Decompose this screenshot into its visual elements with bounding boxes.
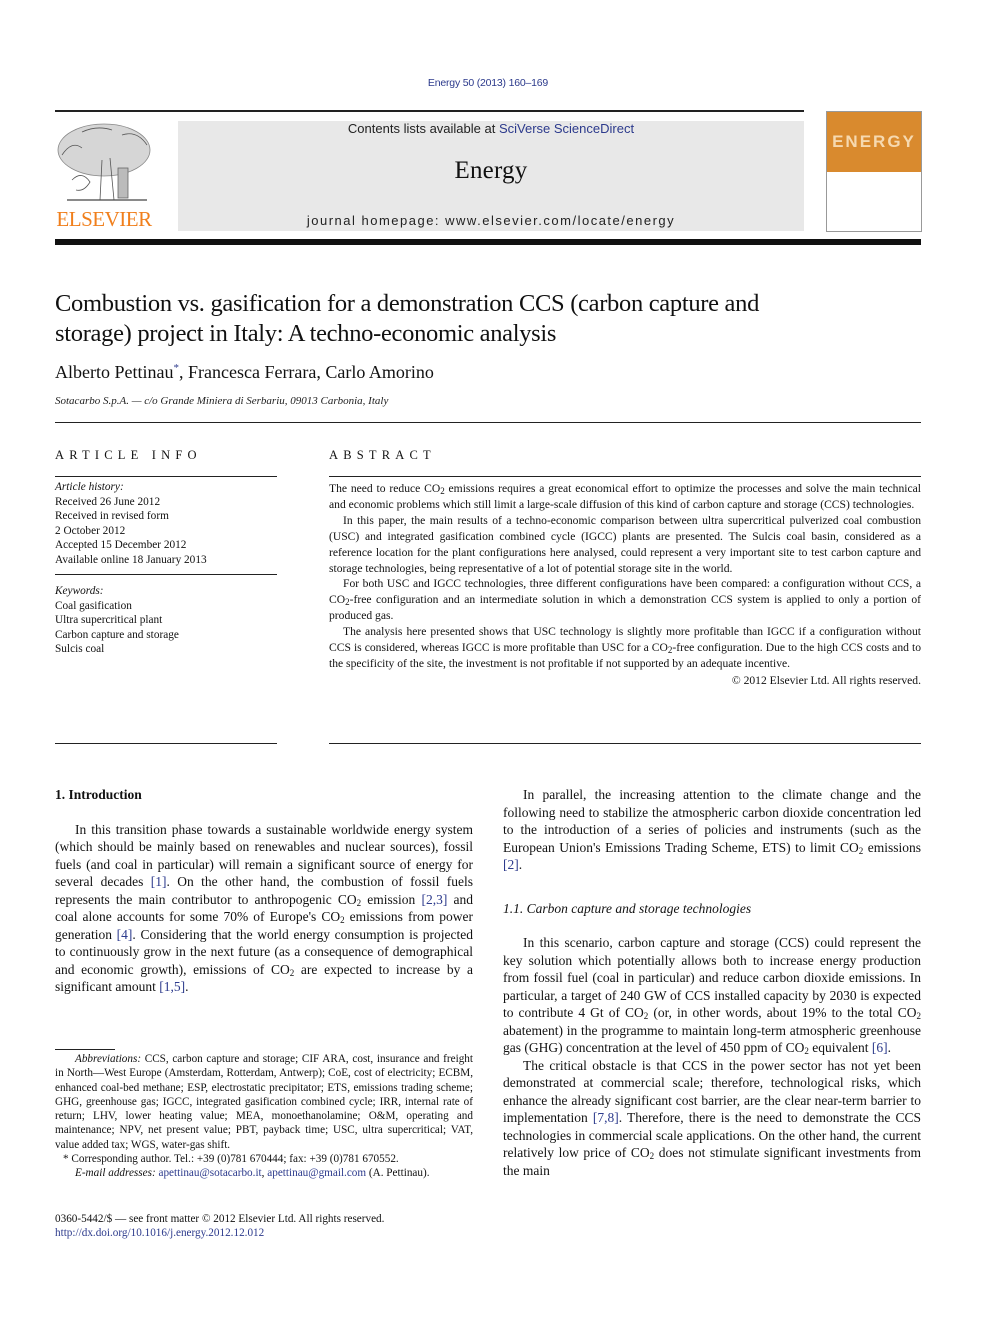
history-item: Received 26 June 2012	[55, 495, 161, 508]
journal-cover-thumbnail[interactable]: ENERGY	[826, 111, 922, 232]
footnotes: Abbreviations: CCS, carbon capture and s…	[55, 1052, 473, 1181]
article-info-heading: ARTICLE INFO	[55, 448, 202, 462]
subsection-heading: 1.1. Carbon capture and storage technolo…	[503, 900, 752, 916]
abstract-rule	[329, 476, 921, 477]
reference-link[interactable]: [1]	[151, 874, 167, 889]
body-paragraph: In this transition phase towards a susta…	[55, 821, 474, 995]
journal-citation-link[interactable]: Energy 50 (2013) 160–169	[0, 77, 976, 89]
keyword-item: Coal gasification	[55, 599, 132, 612]
right-column: In parallel, the increasing attention to…	[503, 786, 921, 1179]
affiliation: Sotacarbo S.p.A. — c/o Grande Miniera di…	[55, 395, 389, 407]
abstract-heading: ABSTRACT	[329, 448, 436, 462]
affiliation-rule	[55, 422, 921, 423]
article-info-rule	[55, 476, 277, 477]
reference-link[interactable]: [6]	[872, 1040, 888, 1055]
article-history: Article history: Received 26 June 2012 R…	[55, 480, 277, 567]
reference-link[interactable]: [4]	[117, 927, 133, 942]
author-list: Alberto Pettinau*, Francesca Ferrara, Ca…	[55, 362, 434, 383]
abstract-paragraph: The analysis here presented shows that U…	[329, 625, 921, 670]
history-item: 2 October 2012	[55, 524, 126, 537]
reference-link[interactable]: [2]	[503, 857, 519, 872]
header-rule-thick	[55, 239, 921, 245]
reference-link[interactable]: [2,3]	[421, 892, 447, 907]
email-footnote: E-mail addresses: apettinau@sotacarbo.it…	[75, 1167, 430, 1180]
keyword-item: Ultra supercritical plant	[55, 614, 163, 626]
reference-link[interactable]: [1,5]	[159, 979, 185, 994]
author-names-rest: , Francesca Ferrara, Carlo Amorino	[178, 362, 434, 382]
abstract-copyright: © 2012 Elsevier Ltd. All rights reserved…	[731, 673, 921, 687]
journal-banner: Contents lists available at SciVerse Sci…	[178, 121, 804, 231]
contents-line: Contents lists available at SciVerse Sci…	[178, 121, 804, 136]
journal-homepage[interactable]: journal homepage: www.elsevier.com/locat…	[178, 213, 804, 228]
sciencedirect-link[interactable]: SciVerse ScienceDirect	[499, 121, 634, 136]
footnote-rule	[55, 1049, 115, 1050]
body-paragraph: In this scenario, carbon capture and sto…	[503, 935, 921, 1056]
abstract-body: The need to reduce CO2 emissions require…	[329, 481, 921, 689]
abstract-paragraph: In this paper, the main results of a tec…	[329, 513, 921, 575]
abstract-paragraph: The need to reduce CO2 emissions require…	[329, 482, 921, 511]
section-heading-introduction: 1. Introduction	[55, 787, 142, 802]
corresponding-author-footnote: * Corresponding author. Tel.: +39 (0)781…	[63, 1153, 399, 1166]
keywords-label: Keywords:	[55, 585, 104, 597]
keywords: Keywords: Coal gasification Ultra superc…	[55, 584, 277, 657]
journal-name: Energy	[454, 157, 528, 184]
header-rule-thin	[55, 110, 804, 112]
reference-link[interactable]: [7,8]	[593, 1110, 619, 1125]
history-item: Received in revised form	[55, 510, 169, 522]
elsevier-logo: ELSEVIER	[52, 120, 156, 232]
contents-prefix: Contents lists available at	[347, 121, 499, 136]
body-paragraph: In parallel, the increasing attention to…	[503, 787, 921, 872]
elsevier-wordmark: ELSEVIER	[56, 207, 152, 231]
front-matter: 0360-5442/$ — see front matter © 2012 El…	[55, 1212, 384, 1241]
cover-title: ENERGY	[832, 132, 916, 151]
left-column: 1. Introduction In this transition phase…	[55, 786, 473, 996]
email-link[interactable]: apettinau@sotacarbo.it	[158, 1167, 261, 1179]
abstract-bottom-rule	[329, 743, 921, 744]
history-label: Article history:	[55, 481, 124, 493]
keyword-item: Carbon capture and storage	[55, 628, 179, 641]
abbreviations-footnote: Abbreviations: CCS, carbon capture and s…	[55, 1053, 473, 1151]
doi-link[interactable]: http://dx.doi.org/10.1016/j.energy.2012.…	[55, 1227, 264, 1239]
keyword-item: Sulcis coal	[55, 643, 105, 655]
author-name: Alberto Pettinau	[55, 362, 174, 382]
keywords-rule	[55, 574, 277, 575]
article-title: Combustion vs. gasification for a demons…	[55, 290, 760, 347]
elsevier-tree-icon	[57, 123, 151, 201]
issn-line: 0360-5442/$ — see front matter © 2012 El…	[55, 1213, 385, 1225]
email-link[interactable]: apettinau@gmail.com	[267, 1167, 366, 1179]
abstract-paragraph: For both USC and IGCC technologies, thre…	[329, 577, 921, 623]
history-item: Available online 18 January 2013	[55, 553, 207, 566]
body-paragraph: The critical obstacle is that CCS in the…	[503, 1057, 921, 1178]
history-item: Accepted 15 December 2012	[55, 539, 187, 551]
article-info-bottom-rule	[55, 743, 277, 744]
